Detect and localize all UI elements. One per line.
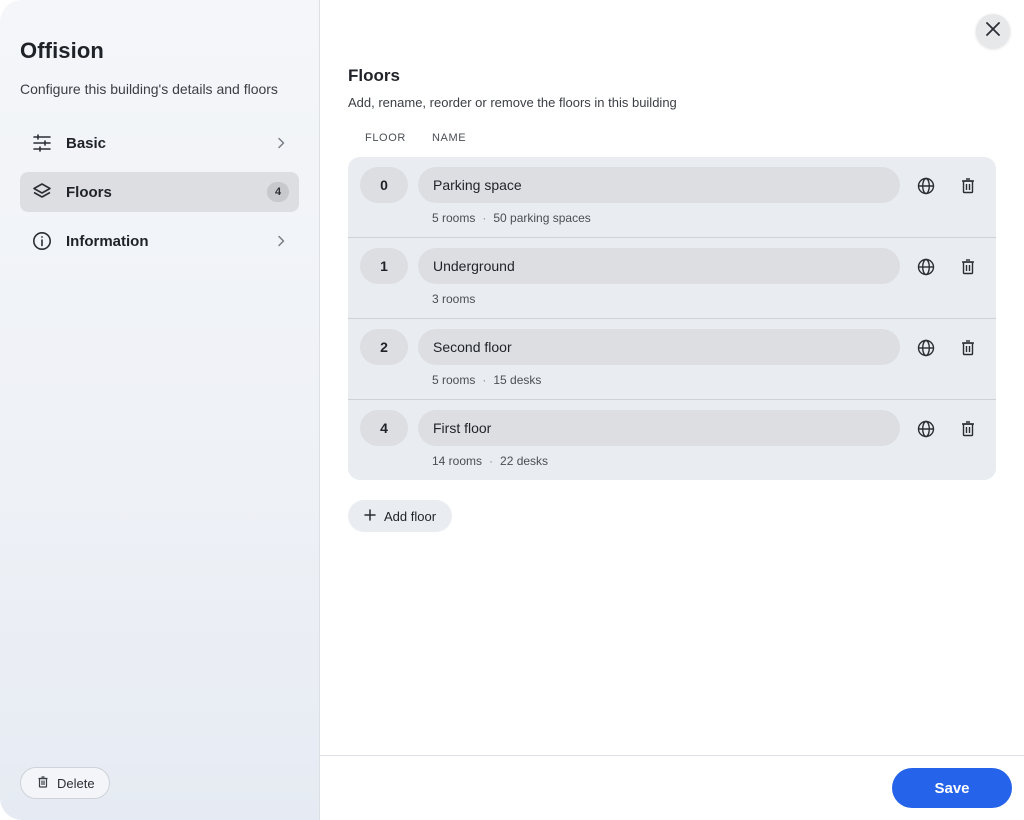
meta-separator: ·: [482, 373, 487, 387]
floor-number[interactable]: 0: [360, 167, 408, 203]
section-title: Floors: [348, 66, 400, 85]
trash-icon[interactable]: [958, 338, 978, 358]
add-floor-button[interactable]: Add floor: [348, 500, 453, 532]
column-header-name: NAME: [432, 132, 467, 144]
sidebar-item-basic[interactable]: Basic: [20, 123, 299, 163]
globe-icon[interactable]: [916, 338, 936, 358]
footer: Save: [320, 755, 1024, 820]
floor-row: 2 Second floor 5 rooms · 15 desks: [348, 319, 996, 400]
sidebar-item-label: Floors: [66, 183, 112, 201]
desk-count: 22 desks: [500, 454, 549, 468]
sidebar: Offision Configure this building's detai…: [0, 0, 320, 820]
floor-number[interactable]: 1: [360, 248, 408, 284]
floor-meta: 5 rooms · 50 parking spaces: [432, 211, 591, 225]
trash-icon[interactable]: [958, 419, 978, 439]
trash-icon[interactable]: [958, 176, 978, 196]
meta-separator: ·: [482, 211, 487, 225]
close-button[interactable]: [976, 14, 1010, 48]
main-panel: Floors Add, rename, reorder or remove th…: [320, 0, 1024, 820]
floor-list: 0 Parking space 5 rooms · 50 parking spa…: [348, 157, 996, 480]
section-subtitle: Add, rename, reorder or remove the floor…: [348, 95, 677, 110]
floor-count-badge: 4: [267, 182, 289, 202]
globe-icon[interactable]: [916, 419, 936, 439]
floor-meta: 5 rooms · 15 desks: [432, 373, 541, 387]
space-count: 50 parking spaces: [493, 211, 591, 225]
trash-icon[interactable]: [958, 257, 978, 277]
floor-number[interactable]: 4: [360, 410, 408, 446]
floor-name-input[interactable]: Underground: [418, 248, 900, 284]
building-title: Offision: [20, 38, 104, 63]
room-count: 3 rooms: [432, 292, 476, 306]
sidebar-item-floors[interactable]: Floors 4: [20, 172, 299, 212]
floor-name-input[interactable]: Second floor: [418, 329, 900, 365]
room-count: 14 rooms: [432, 454, 483, 468]
info-icon: [32, 231, 52, 251]
globe-icon[interactable]: [916, 257, 936, 277]
room-count: 5 rooms: [432, 211, 476, 225]
floor-name-input[interactable]: Parking space: [418, 167, 900, 203]
layers-icon: [32, 182, 52, 202]
sidebar-item-label: Basic: [66, 134, 107, 152]
meta-separator: ·: [489, 454, 494, 468]
add-floor-label: Add floor: [384, 508, 437, 524]
column-header-floor: FLOOR: [365, 132, 406, 144]
delete-building-button[interactable]: Delete: [20, 767, 110, 799]
floor-meta: 14 rooms · 22 desks: [432, 454, 548, 468]
globe-icon[interactable]: [916, 176, 936, 196]
floor-row: 4 First floor 14 rooms · 22 desks: [348, 400, 996, 480]
floors-section: Floors Add, rename, reorder or remove th…: [348, 66, 996, 532]
floor-number[interactable]: 2: [360, 329, 408, 365]
sidebar-item-label: Information: [66, 232, 149, 250]
column-headers: FLOOR NAME: [348, 132, 996, 148]
room-count: 5 rooms: [432, 373, 476, 387]
floor-meta: 3 rooms: [432, 292, 475, 306]
building-settings-modal: Offision Configure this building's detai…: [0, 0, 1024, 820]
trash-icon: [37, 775, 49, 791]
desk-count: 15 desks: [493, 373, 542, 387]
sidebar-subtitle: Configure this building's details and fl…: [20, 81, 278, 97]
chevron-right-icon: [273, 233, 289, 249]
settings-nav: Basic Floors 4 Information: [20, 123, 299, 261]
sliders-icon: [32, 133, 52, 153]
chevron-right-icon: [273, 135, 289, 151]
floor-row: 1 Underground 3 rooms: [348, 238, 996, 319]
floor-name-input[interactable]: First floor: [418, 410, 900, 446]
floor-row: 0 Parking space 5 rooms · 50 parking spa…: [348, 157, 996, 238]
save-button[interactable]: Save: [892, 768, 1012, 808]
plus-icon: [364, 508, 376, 524]
close-icon: [986, 21, 1000, 41]
delete-label: Delete: [57, 775, 95, 791]
sidebar-item-information[interactable]: Information: [20, 221, 299, 261]
